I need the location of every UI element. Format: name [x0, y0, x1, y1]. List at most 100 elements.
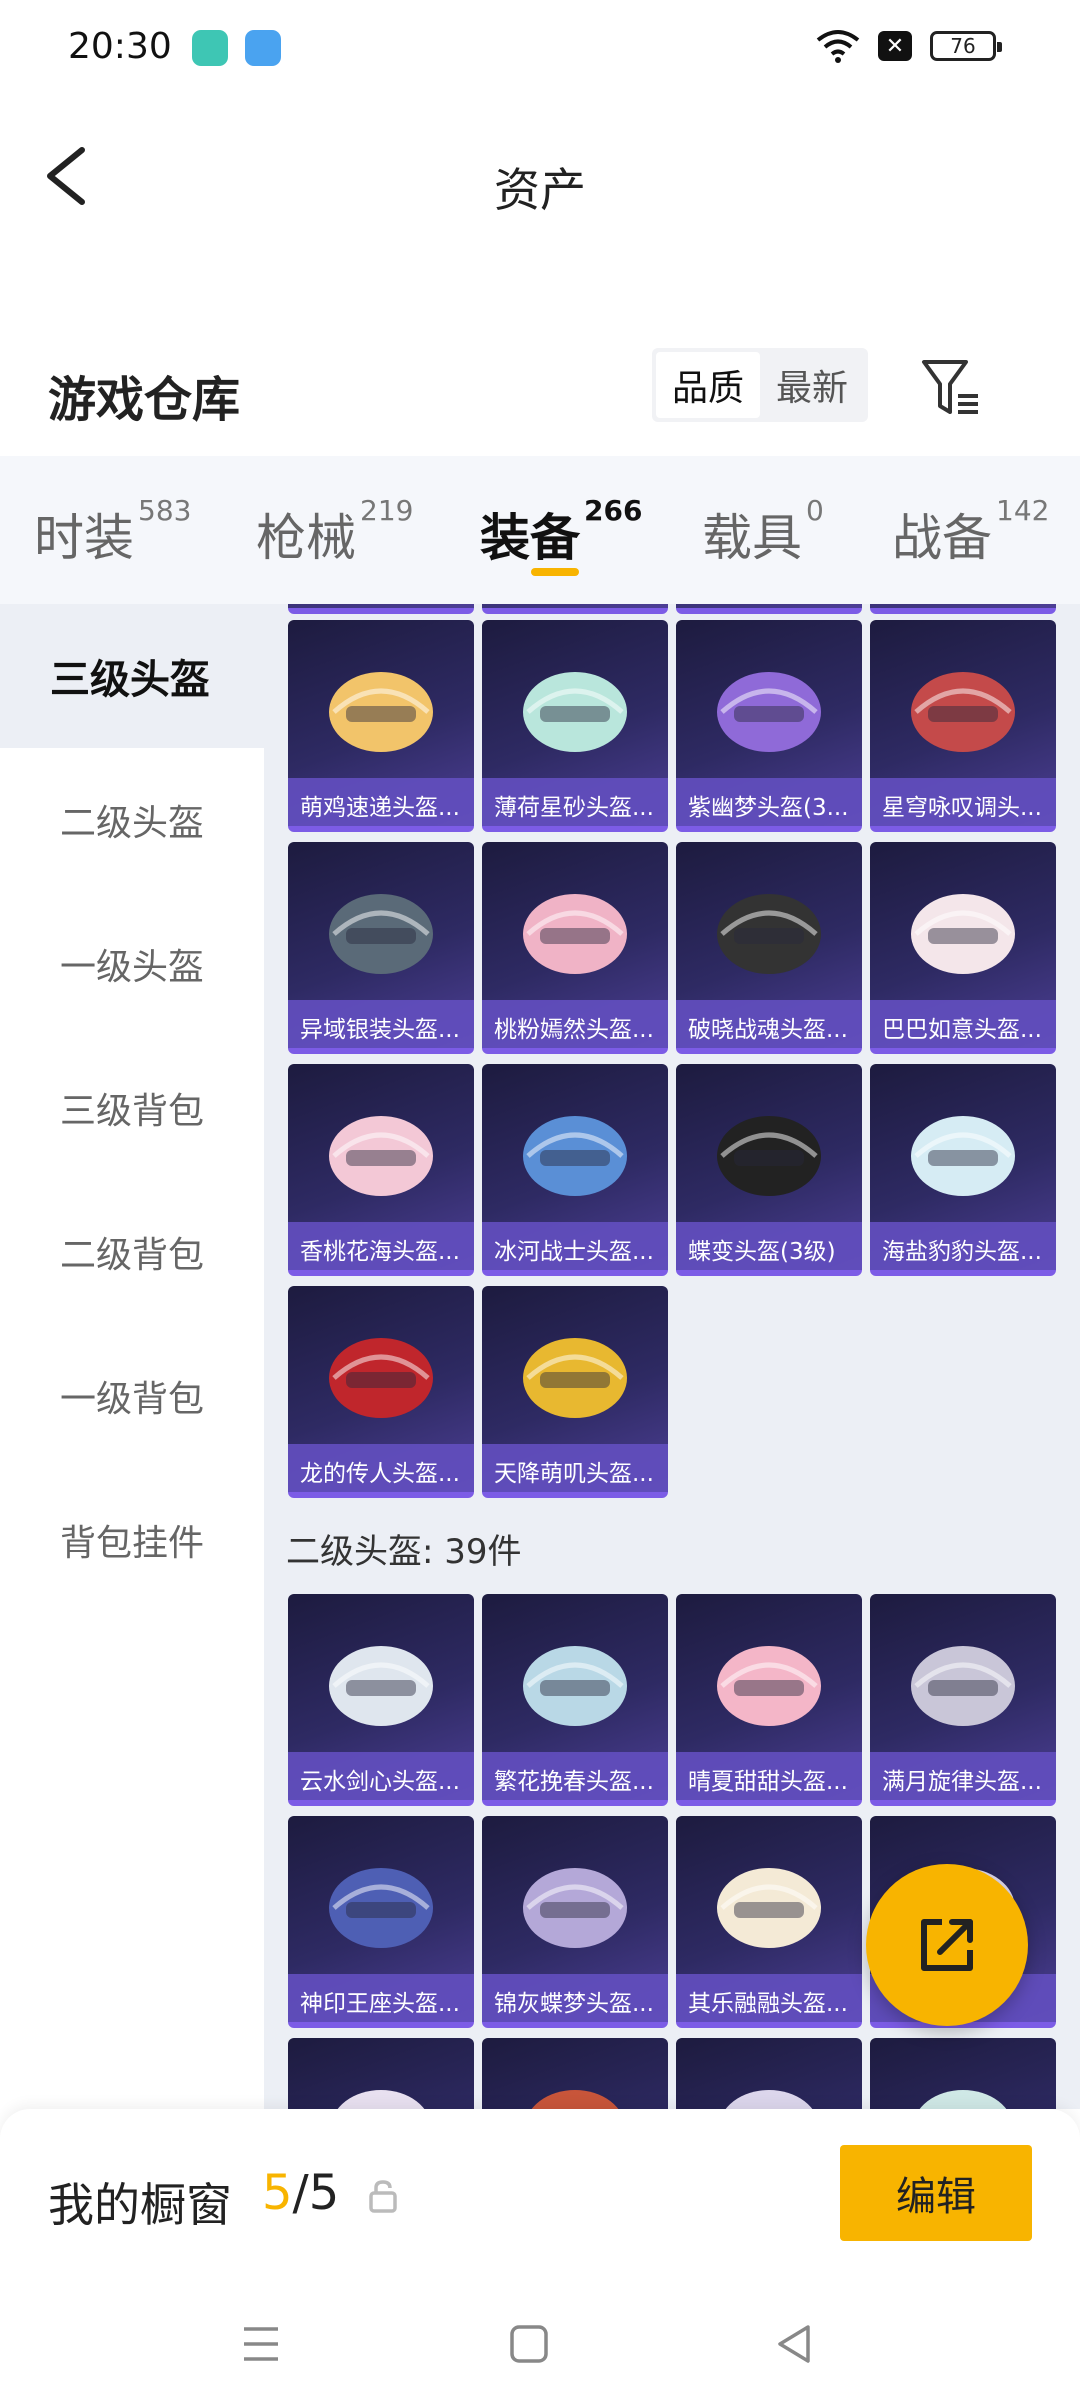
tab-supplies[interactable]: 战备 142 — [892, 494, 1049, 570]
filter-icon[interactable] — [920, 356, 984, 418]
item-name: 满月旋律头盔... — [870, 1752, 1056, 1800]
showcase-separator: / — [292, 2165, 309, 2221]
item-card[interactable]: 巴巴如意头盔... — [870, 842, 1056, 1054]
item-name: 异域银装头盔... — [288, 1000, 474, 1048]
item-card[interactable]: 云水剑心头盔... — [288, 1594, 474, 1806]
item-name: 巴巴如意头盔... — [870, 1000, 1056, 1048]
home-icon[interactable] — [504, 2319, 554, 2369]
helmet-icon — [717, 1116, 821, 1196]
helmet-icon — [523, 1646, 627, 1726]
warehouse-header: 游戏仓库 品质 最新 — [0, 330, 1080, 450]
no-sim-icon: ✕ — [878, 31, 912, 61]
app-header: 资产 — [0, 96, 1080, 266]
section-title-level2: 二级头盔: 39件 — [286, 1532, 522, 1572]
item-card[interactable]: 天降萌叽头盔... — [482, 1286, 668, 1498]
back-icon[interactable] — [770, 2319, 820, 2369]
item-name: 蝶变头盔(3级) — [676, 1222, 862, 1270]
item-name: 桃粉嫣然头盔... — [482, 1000, 668, 1048]
sidebar-item-level2-backpack[interactable]: 二级背包 — [0, 1180, 264, 1324]
sidebar-item-level3-helmet[interactable]: 三级头盔 — [0, 604, 264, 748]
tab-label: 装备 — [480, 509, 580, 567]
helmet-icon — [329, 1338, 433, 1418]
tab-fashion[interactable]: 时装 583 — [34, 494, 191, 570]
item-card[interactable] — [482, 2038, 668, 2109]
item-card[interactable] — [288, 604, 474, 614]
item-card[interactable] — [676, 604, 862, 614]
item-card[interactable]: 异域银装头盔... — [288, 842, 474, 1054]
item-name: 冰河战士头盔... — [482, 1222, 668, 1270]
menu-icon[interactable] — [236, 2319, 286, 2369]
tab-vehicles[interactable]: 载具 0 — [702, 494, 824, 570]
tab-label: 战备 — [892, 509, 992, 567]
battery-level: 76 — [950, 34, 976, 58]
item-card[interactable] — [870, 604, 1056, 614]
item-card[interactable]: 神印王座头盔... — [288, 1816, 474, 2028]
tab-count: 219 — [360, 494, 414, 527]
showcase-bar: 我的橱窗 5/5 编辑 — [0, 2109, 1080, 2279]
item-card[interactable]: 其乐融融头盔... — [676, 1816, 862, 2028]
helmet-icon — [717, 672, 821, 752]
helmet-icon — [329, 894, 433, 974]
item-card[interactable]: 冰河战士头盔... — [482, 1064, 668, 1276]
item-name: 星穹咏叹调头... — [870, 778, 1056, 826]
subcategory-sidebar: 三级头盔 二级头盔 一级头盔 三级背包 二级背包 一级背包 背包挂件 — [0, 604, 264, 2109]
helmet-icon — [725, 2090, 813, 2109]
item-card[interactable]: 龙的传人头盔... — [288, 1286, 474, 1498]
item-name: 锦灰蝶梦头盔... — [482, 1974, 668, 2022]
helmet-icon — [329, 1868, 433, 1948]
item-card[interactable]: 繁花挽春头盔... — [482, 1594, 668, 1806]
sort-by-newest[interactable]: 最新 — [760, 352, 864, 418]
page-title: 资产 — [494, 163, 586, 217]
item-name: 繁花挽春头盔... — [482, 1752, 668, 1800]
sidebar-item-backpack-charm[interactable]: 背包挂件 — [0, 1468, 264, 1612]
showcase-current: 5 — [262, 2165, 293, 2221]
tab-equipment[interactable]: 装备 266 — [480, 494, 642, 570]
helmet-icon — [717, 1868, 821, 1948]
sort-toggle: 品质 最新 — [652, 348, 868, 422]
helmet-icon — [717, 1646, 821, 1726]
item-card[interactable] — [288, 2038, 474, 2109]
item-card[interactable]: 薄荷星砂头盔... — [482, 620, 668, 832]
item-card[interactable]: 紫幽梦头盔(3... — [676, 620, 862, 832]
item-card[interactable]: 萌鸡速递头盔... — [288, 620, 474, 832]
item-card[interactable]: 星穹咏叹调头... — [870, 620, 1056, 832]
item-card[interactable] — [870, 2038, 1056, 2109]
helmet-icon — [717, 894, 821, 974]
tab-label: 枪械 — [256, 509, 356, 567]
item-card[interactable] — [676, 2038, 862, 2109]
helmet-icon — [523, 1338, 627, 1418]
item-card[interactable] — [482, 604, 668, 614]
tab-count: 266 — [584, 494, 643, 527]
tab-weapons[interactable]: 枪械 219 — [256, 494, 413, 570]
share-button[interactable] — [866, 1864, 1028, 2026]
helmet-icon — [523, 1868, 627, 1948]
system-nav-bar — [0, 2279, 1080, 2408]
external-share-icon — [921, 1919, 973, 1971]
edit-button[interactable]: 编辑 — [840, 2145, 1032, 2241]
item-card[interactable]: 晴夏甜甜头盔... — [676, 1594, 862, 1806]
helmet-icon — [523, 672, 627, 752]
item-card[interactable]: 桃粉嫣然头盔... — [482, 842, 668, 1054]
helmet-icon — [337, 2090, 425, 2109]
sidebar-item-level2-helmet[interactable]: 二级头盔 — [0, 748, 264, 892]
helmet-icon — [911, 1116, 1015, 1196]
sort-by-quality[interactable]: 品质 — [656, 352, 760, 418]
helmet-icon — [329, 1646, 433, 1726]
helmet-icon — [919, 2090, 1007, 2109]
item-card[interactable]: 蝶变头盔(3级) — [676, 1064, 862, 1276]
sidebar-item-level3-backpack[interactable]: 三级背包 — [0, 1036, 264, 1180]
helmet-icon — [531, 2090, 619, 2109]
sidebar-item-level1-helmet[interactable]: 一级头盔 — [0, 892, 264, 1036]
tab-count: 0 — [806, 494, 824, 527]
item-name: 香桃花海头盔... — [288, 1222, 474, 1270]
item-name: 其乐融融头盔... — [676, 1974, 862, 2022]
tab-count: 142 — [996, 494, 1050, 527]
sidebar-item-level1-backpack[interactable]: 一级背包 — [0, 1324, 264, 1468]
item-card[interactable]: 锦灰蝶梦头盔... — [482, 1816, 668, 2028]
item-card[interactable]: 破晓战魂头盔... — [676, 842, 862, 1054]
item-card[interactable]: 海盐豹豹头盔... — [870, 1064, 1056, 1276]
item-name: 紫幽梦头盔(3... — [676, 778, 862, 826]
item-card[interactable]: 满月旋律头盔... — [870, 1594, 1056, 1806]
helmet-icon — [329, 1116, 433, 1196]
item-card[interactable]: 香桃花海头盔... — [288, 1064, 474, 1276]
